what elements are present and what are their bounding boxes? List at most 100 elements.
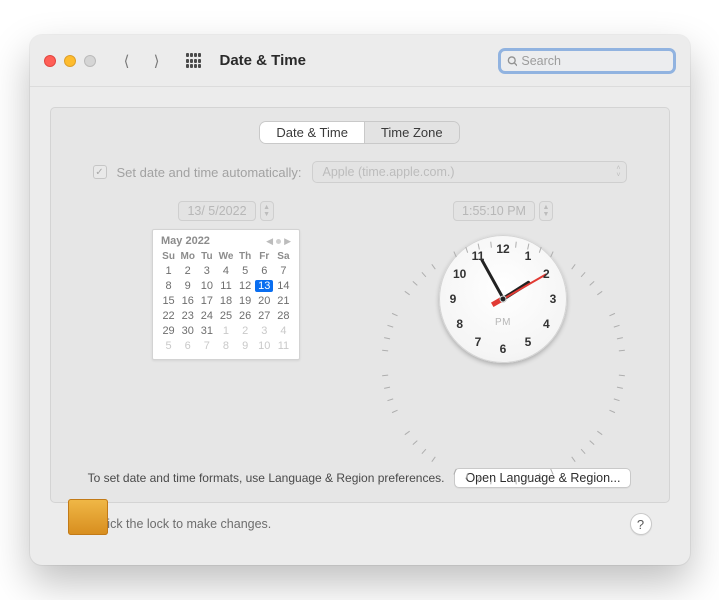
clock-second-hand bbox=[503, 273, 547, 299]
chevron-updown-icon: ˄˅ bbox=[616, 165, 619, 179]
clock-numeral: 4 bbox=[543, 317, 550, 331]
show-all-button[interactable] bbox=[182, 49, 206, 73]
clock-numeral: 2 bbox=[543, 267, 550, 281]
format-hint-text: To set date and time formats, use Langua… bbox=[88, 471, 445, 485]
clock-numeral: 11 bbox=[472, 249, 485, 263]
calendar-day[interactable]: 22 bbox=[159, 308, 178, 323]
content-panel: Date & Time Time Zone ✓ Set date and tim… bbox=[50, 107, 670, 503]
calendar-day[interactable]: 9 bbox=[236, 338, 255, 353]
calendar-day[interactable]: 2 bbox=[236, 323, 255, 338]
nav-buttons: ⟨ ⟩ bbox=[114, 49, 170, 73]
format-row: To set date and time formats, use Langua… bbox=[69, 458, 651, 488]
calendar-day[interactable]: 10 bbox=[197, 278, 216, 293]
calendar-day[interactable]: 26 bbox=[236, 308, 255, 323]
help-button[interactable]: ? bbox=[630, 513, 652, 535]
calendar-day[interactable]: 5 bbox=[236, 263, 255, 278]
minimize-window-button[interactable] bbox=[64, 55, 76, 67]
calendar-day[interactable]: 21 bbox=[274, 293, 293, 308]
calendar-day[interactable]: 23 bbox=[178, 308, 197, 323]
calendar-day[interactable]: 11 bbox=[274, 338, 293, 353]
search-field[interactable] bbox=[498, 48, 676, 74]
calendar[interactable]: May 2022 ◀ ▶ SuMoTuWeThFrSa 123456789101… bbox=[152, 229, 300, 360]
calendar-day[interactable]: 1 bbox=[159, 263, 178, 278]
back-button[interactable]: ⟨ bbox=[114, 49, 140, 73]
time-server-value: Apple (time.apple.com.) bbox=[323, 165, 455, 179]
open-language-region-button[interactable]: Open Language & Region... bbox=[454, 468, 631, 488]
calendar-day[interactable]: 6 bbox=[255, 263, 274, 278]
calendar-day[interactable]: 20 bbox=[255, 293, 274, 308]
time-field[interactable]: 1:55:10 PM bbox=[453, 201, 535, 221]
calendar-day[interactable]: 8 bbox=[159, 278, 178, 293]
time-server-select[interactable]: Apple (time.apple.com.) ˄˅ bbox=[312, 161, 627, 183]
clock-numeral: 9 bbox=[450, 292, 457, 306]
calendar-day[interactable]: 17 bbox=[197, 293, 216, 308]
calendar-day[interactable]: 15 bbox=[159, 293, 178, 308]
calendar-day[interactable]: 14 bbox=[274, 278, 293, 293]
calendar-day[interactable]: 9 bbox=[178, 278, 197, 293]
calendar-day[interactable]: 16 bbox=[178, 293, 197, 308]
calendar-day[interactable]: 24 bbox=[197, 308, 216, 323]
window-controls bbox=[44, 55, 96, 67]
calendar-day[interactable]: 29 bbox=[159, 323, 178, 338]
tab-date-time[interactable]: Date & Time bbox=[260, 122, 365, 143]
tab-time-zone[interactable]: Time Zone bbox=[365, 122, 459, 143]
calendar-day[interactable]: 4 bbox=[216, 263, 235, 278]
calendar-day[interactable]: 10 bbox=[255, 338, 274, 353]
calendar-nav[interactable]: ◀ ▶ bbox=[266, 236, 291, 247]
calendar-day[interactable]: 28 bbox=[274, 308, 293, 323]
clock-numeral: 10 bbox=[453, 267, 466, 281]
calendar-day[interactable]: 11 bbox=[216, 278, 235, 293]
date-stepper[interactable]: ▲▼ bbox=[260, 201, 274, 221]
preferences-window: ⟨ ⟩ Date & Time Date & Time Time Zone ✓ … bbox=[30, 35, 690, 565]
calendar-day[interactable]: 3 bbox=[197, 263, 216, 278]
calendar-day[interactable]: 3 bbox=[255, 323, 274, 338]
calendar-day[interactable]: 18 bbox=[216, 293, 235, 308]
calendar-day[interactable]: 8 bbox=[216, 338, 235, 353]
calendar-day[interactable]: 2 bbox=[178, 263, 197, 278]
date-field[interactable]: 13/ 5/2022 bbox=[178, 201, 255, 221]
clock-numeral: 1 bbox=[525, 249, 532, 263]
search-input[interactable] bbox=[521, 54, 666, 68]
lock-row: Click the lock to make changes. ? bbox=[50, 503, 670, 549]
time-stepper[interactable]: ▲▼ bbox=[539, 201, 553, 221]
auto-set-checkbox[interactable]: ✓ bbox=[93, 165, 107, 179]
calendar-grid: SuMoTuWeThFrSa 1234567891011121314151617… bbox=[159, 250, 293, 353]
calendar-prev-icon[interactable]: ◀ bbox=[266, 236, 273, 247]
calendar-day[interactable]: 4 bbox=[274, 323, 293, 338]
calendar-day[interactable]: 6 bbox=[178, 338, 197, 353]
clock-numeral: 6 bbox=[500, 342, 507, 356]
time-field-group: 1:55:10 PM ▲▼ bbox=[453, 201, 553, 221]
close-window-button[interactable] bbox=[44, 55, 56, 67]
calendar-day[interactable]: 27 bbox=[255, 308, 274, 323]
calendar-day[interactable]: 7 bbox=[197, 338, 216, 353]
date-column: 13/ 5/2022 ▲▼ May 2022 ◀ ▶ bbox=[152, 201, 300, 363]
tab-group: Date & Time Time Zone bbox=[260, 122, 458, 143]
lock-icon[interactable] bbox=[68, 513, 86, 535]
calendar-weekday: Su bbox=[159, 250, 178, 263]
calendar-weekday: Sa bbox=[274, 250, 293, 263]
date-field-group: 13/ 5/2022 ▲▼ bbox=[178, 201, 273, 221]
calendar-weekday: We bbox=[216, 250, 235, 263]
clock-numeral: 7 bbox=[475, 335, 482, 349]
calendar-today-icon[interactable] bbox=[276, 239, 281, 244]
time-column: 1:55:10 PM ▲▼ PM 121234567891011 bbox=[439, 201, 567, 363]
auto-set-label: Set date and time automatically: bbox=[117, 165, 302, 180]
clock-numeral: 5 bbox=[525, 335, 532, 349]
calendar-day[interactable]: 19 bbox=[236, 293, 255, 308]
calendar-weekday: Tu bbox=[197, 250, 216, 263]
calendar-day[interactable]: 30 bbox=[178, 323, 197, 338]
grid-icon bbox=[186, 53, 201, 68]
clock-numeral: 3 bbox=[550, 292, 557, 306]
calendar-next-icon[interactable]: ▶ bbox=[284, 236, 291, 247]
calendar-day[interactable]: 7 bbox=[274, 263, 293, 278]
calendar-day[interactable]: 12 bbox=[236, 278, 255, 293]
calendar-day[interactable]: 13 bbox=[255, 278, 274, 293]
calendar-day[interactable]: 25 bbox=[216, 308, 235, 323]
calendar-day[interactable]: 5 bbox=[159, 338, 178, 353]
calendar-day[interactable]: 31 bbox=[197, 323, 216, 338]
forward-button: ⟩ bbox=[144, 49, 170, 73]
search-icon bbox=[507, 55, 518, 67]
clock-center-pin bbox=[500, 296, 507, 303]
lock-hint-text: Click the lock to make changes. bbox=[96, 517, 272, 531]
calendar-day[interactable]: 1 bbox=[216, 323, 235, 338]
